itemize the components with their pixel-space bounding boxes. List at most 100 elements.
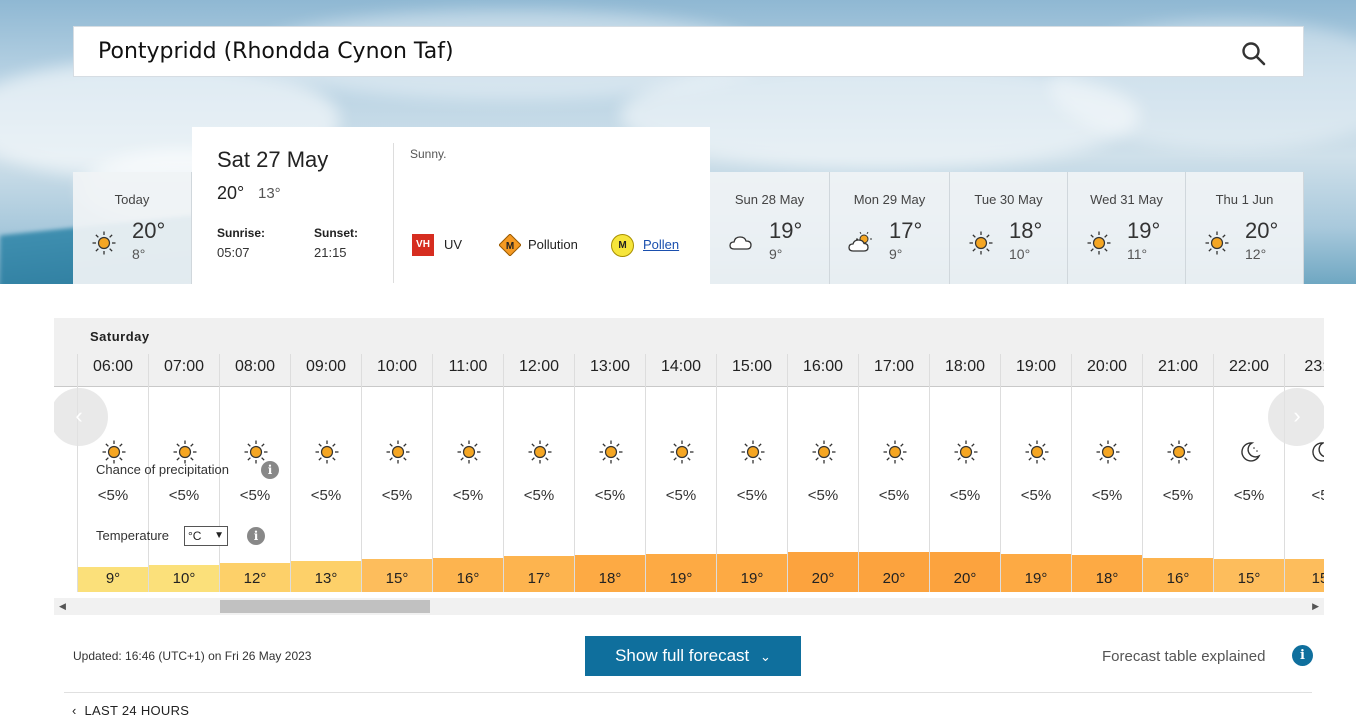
sun-icon <box>528 440 552 464</box>
hour-precip: <5% <box>97 487 129 504</box>
sun-icon <box>315 440 339 464</box>
hour-time: 18:00 <box>944 358 986 375</box>
last-24-hours-link[interactable]: ‹ LAST 24 HOURS <box>72 703 189 718</box>
sun-icon <box>92 231 116 255</box>
day-tab[interactable]: Sun 28 May 19° 9° <box>710 172 830 284</box>
hour-precip: <5% <box>310 487 342 504</box>
svg-text:M: M <box>506 241 514 252</box>
day-tab[interactable]: Today 20° 8° <box>73 172 192 284</box>
search-input[interactable] <box>74 27 1174 76</box>
day-tab-high: 19° <box>769 218 803 243</box>
sunset-label: Sunset: <box>314 226 359 240</box>
sun-icon <box>883 440 907 464</box>
show-full-forecast-button[interactable]: Show full forecast ⌄ <box>585 636 801 676</box>
hour-column: 20:00 <5% 18° <box>1071 354 1142 592</box>
scroll-arrow-right-icon[interactable]: ▶ <box>1312 601 1319 612</box>
hour-time: 16:00 <box>802 358 844 375</box>
hour-temp: 17° <box>527 570 551 587</box>
chevron-down-icon: ⌄ <box>760 649 771 664</box>
hour-precip: <5% <box>665 487 697 504</box>
sunrise-time: 05:07 <box>217 245 250 260</box>
day-tab[interactable]: Thu 1 Jun 20° 12° <box>1186 172 1304 284</box>
horizontal-scrollbar[interactable]: ◀ ▶ <box>54 598 1324 615</box>
hour-precip: <5% <box>1233 487 1265 504</box>
chevron-right-icon: › <box>1293 403 1301 428</box>
scroll-right-button[interactable]: › <box>1268 388 1324 446</box>
panel-divider <box>393 143 394 283</box>
sun-icon <box>1096 440 1120 464</box>
hour-temp: 18° <box>1095 570 1119 587</box>
hour-precip: <5% <box>1020 487 1052 504</box>
hour-time: 14:00 <box>660 358 702 375</box>
day-tab-name: Today <box>114 192 150 207</box>
hour-temp: 10° <box>172 570 196 587</box>
hour-temp: 13° <box>314 570 338 587</box>
sunrise-label: Sunrise: <box>217 226 266 240</box>
location-search[interactable] <box>73 26 1304 77</box>
hour-column: 19:00 <5% 19° <box>1000 354 1071 592</box>
day-tab[interactable]: Wed 31 May 19° 11° <box>1068 172 1186 284</box>
sun-icon <box>457 440 481 464</box>
hour-time: 23:0 <box>1304 358 1324 375</box>
day-tab-high: 20° <box>1245 218 1279 243</box>
hour-column: 18:00 <5% 20° <box>929 354 1000 592</box>
uv-label: UV <box>444 237 463 252</box>
scroll-arrow-left-icon[interactable]: ◀ <box>59 601 66 612</box>
sun-icon <box>954 440 978 464</box>
sun-icon <box>1205 231 1229 255</box>
hour-temp: 18° <box>598 570 622 587</box>
scrollbar-thumb[interactable] <box>220 600 430 613</box>
hour-precip: <5% <box>1162 487 1194 504</box>
hour-precip: <5% <box>736 487 768 504</box>
search-icon[interactable] <box>1241 41 1267 67</box>
selected-low-temp: 13° <box>258 185 281 202</box>
info-icon[interactable]: i <box>1292 645 1313 666</box>
hour-column: 11:00 <5% 16° <box>432 354 503 592</box>
sun-icon <box>1167 440 1191 464</box>
uv-badge: VH <box>412 234 434 256</box>
hour-column: 22:00 <5% 15° <box>1213 354 1284 592</box>
day-tab-name: Sun 28 May <box>734 192 805 207</box>
temp-unit-select[interactable]: °C ▼ <box>184 526 228 546</box>
day-tab[interactable]: Mon 29 May 17° 9° <box>830 172 950 284</box>
hour-temp: 16° <box>1166 570 1190 587</box>
day-header-label: Saturday <box>90 329 150 344</box>
selected-date: Sat 27 May <box>217 147 329 172</box>
hour-temp: 16° <box>456 570 480 587</box>
divider <box>64 692 1312 693</box>
hour-temp: 9° <box>105 570 121 587</box>
hour-time: 06:00 <box>92 358 134 375</box>
sun-icon <box>599 440 623 464</box>
hour-temp: 12° <box>243 570 267 587</box>
pollen-badge: M <box>611 234 634 257</box>
day-tab[interactable]: Tue 30 May 18° 10° <box>950 172 1068 284</box>
moon-icon <box>1241 442 1261 462</box>
precip-info-icon[interactable]: i <box>261 461 279 479</box>
temp-row-label: Temperature <box>96 528 169 543</box>
hour-column: 08:00 <5% 12° <box>219 354 290 592</box>
hour-column: 21:00 <5% 16° <box>1142 354 1213 592</box>
hour-precip: <5% <box>807 487 839 504</box>
hour-time: 21:00 <box>1157 358 1199 375</box>
chevron-left-icon: ‹ <box>75 403 83 428</box>
sun-icon <box>1025 440 1049 464</box>
hour-temp: 20° <box>882 570 906 587</box>
hour-precip: <5% <box>1091 487 1123 504</box>
hour-precip: <5% <box>239 487 271 504</box>
day-tab-low: 9° <box>889 246 903 262</box>
forecast-explained-link[interactable]: Forecast table explained <box>1102 648 1265 665</box>
show-full-forecast-label: Show full forecast <box>615 646 750 665</box>
hour-column: 09:00 <5% 13° <box>290 354 361 592</box>
precip-row-label: Chance of precipitation <box>96 462 229 477</box>
hour-temp: 20° <box>811 570 835 587</box>
day-tab-high: 18° <box>1009 218 1043 243</box>
hour-precip: <5% <box>381 487 413 504</box>
hour-precip: <5% <box>168 487 200 504</box>
day-tab-low: 9° <box>769 246 783 262</box>
sun-cloud-icon <box>848 231 872 252</box>
pollen-link[interactable]: Pollen <box>643 237 679 252</box>
cloud-icon <box>729 236 752 250</box>
day-tab-high: 19° <box>1127 218 1161 243</box>
temp-info-icon[interactable]: i <box>247 527 265 545</box>
sun-icon <box>812 440 836 464</box>
